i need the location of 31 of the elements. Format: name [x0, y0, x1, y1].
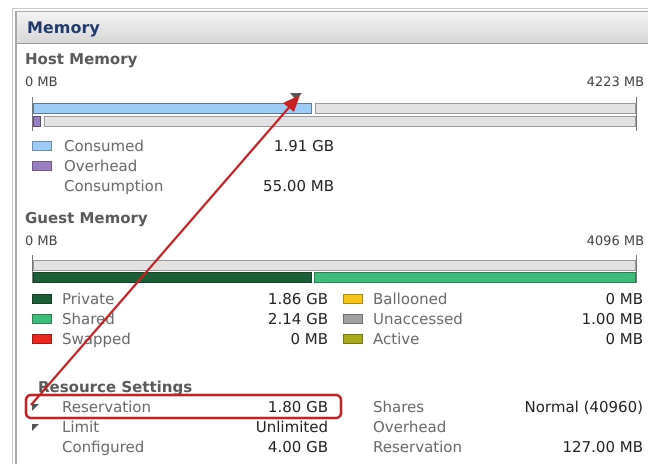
setting-label: Limit — [62, 417, 100, 437]
panel-title: Memory — [27, 16, 100, 38]
legend-value: 0 MB — [290, 329, 328, 349]
legend-label: Overhead Consumption — [64, 156, 164, 196]
legend-value: 55.00 MB — [262, 176, 334, 196]
legend-label: Private — [62, 289, 116, 309]
legend-value: 1.91 GB — [272, 136, 334, 156]
legend-value: 2.14 GB — [268, 309, 328, 329]
legend-value: 0 MB — [605, 289, 643, 309]
setting-value: Unlimited — [254, 417, 328, 437]
legend-value: 1.00 MB — [582, 309, 643, 329]
setting-value: 1.80 GB — [266, 397, 328, 417]
scale-label: 0 MB — [25, 74, 58, 92]
section-heading: Host Memory — [25, 49, 138, 69]
section-heading: Guest Memory — [25, 208, 149, 228]
legend-label: Consumed — [64, 136, 145, 156]
legend-value: 0 MB — [605, 329, 643, 349]
legend-label: Unaccessed — [373, 309, 464, 329]
setting-label: Overhead Reservation — [373, 417, 463, 457]
scale-label: 0 MB — [25, 233, 58, 251]
setting-value: Normal (40960) — [524, 397, 643, 417]
legend-label: Active — [373, 329, 420, 349]
setting-value: 4.00 GB — [266, 437, 328, 457]
setting-label: Shares — [373, 397, 426, 417]
setting-label: Configured — [62, 437, 146, 457]
legend-value: 1.86 GB — [268, 289, 328, 309]
scale-label: 4096 MB — [586, 233, 644, 251]
scale-label: 4223 MB — [586, 74, 644, 92]
legend-label: Ballooned — [373, 289, 448, 309]
setting-value: 127.00 MB — [562, 437, 643, 457]
setting-label: Reservation — [62, 397, 152, 417]
